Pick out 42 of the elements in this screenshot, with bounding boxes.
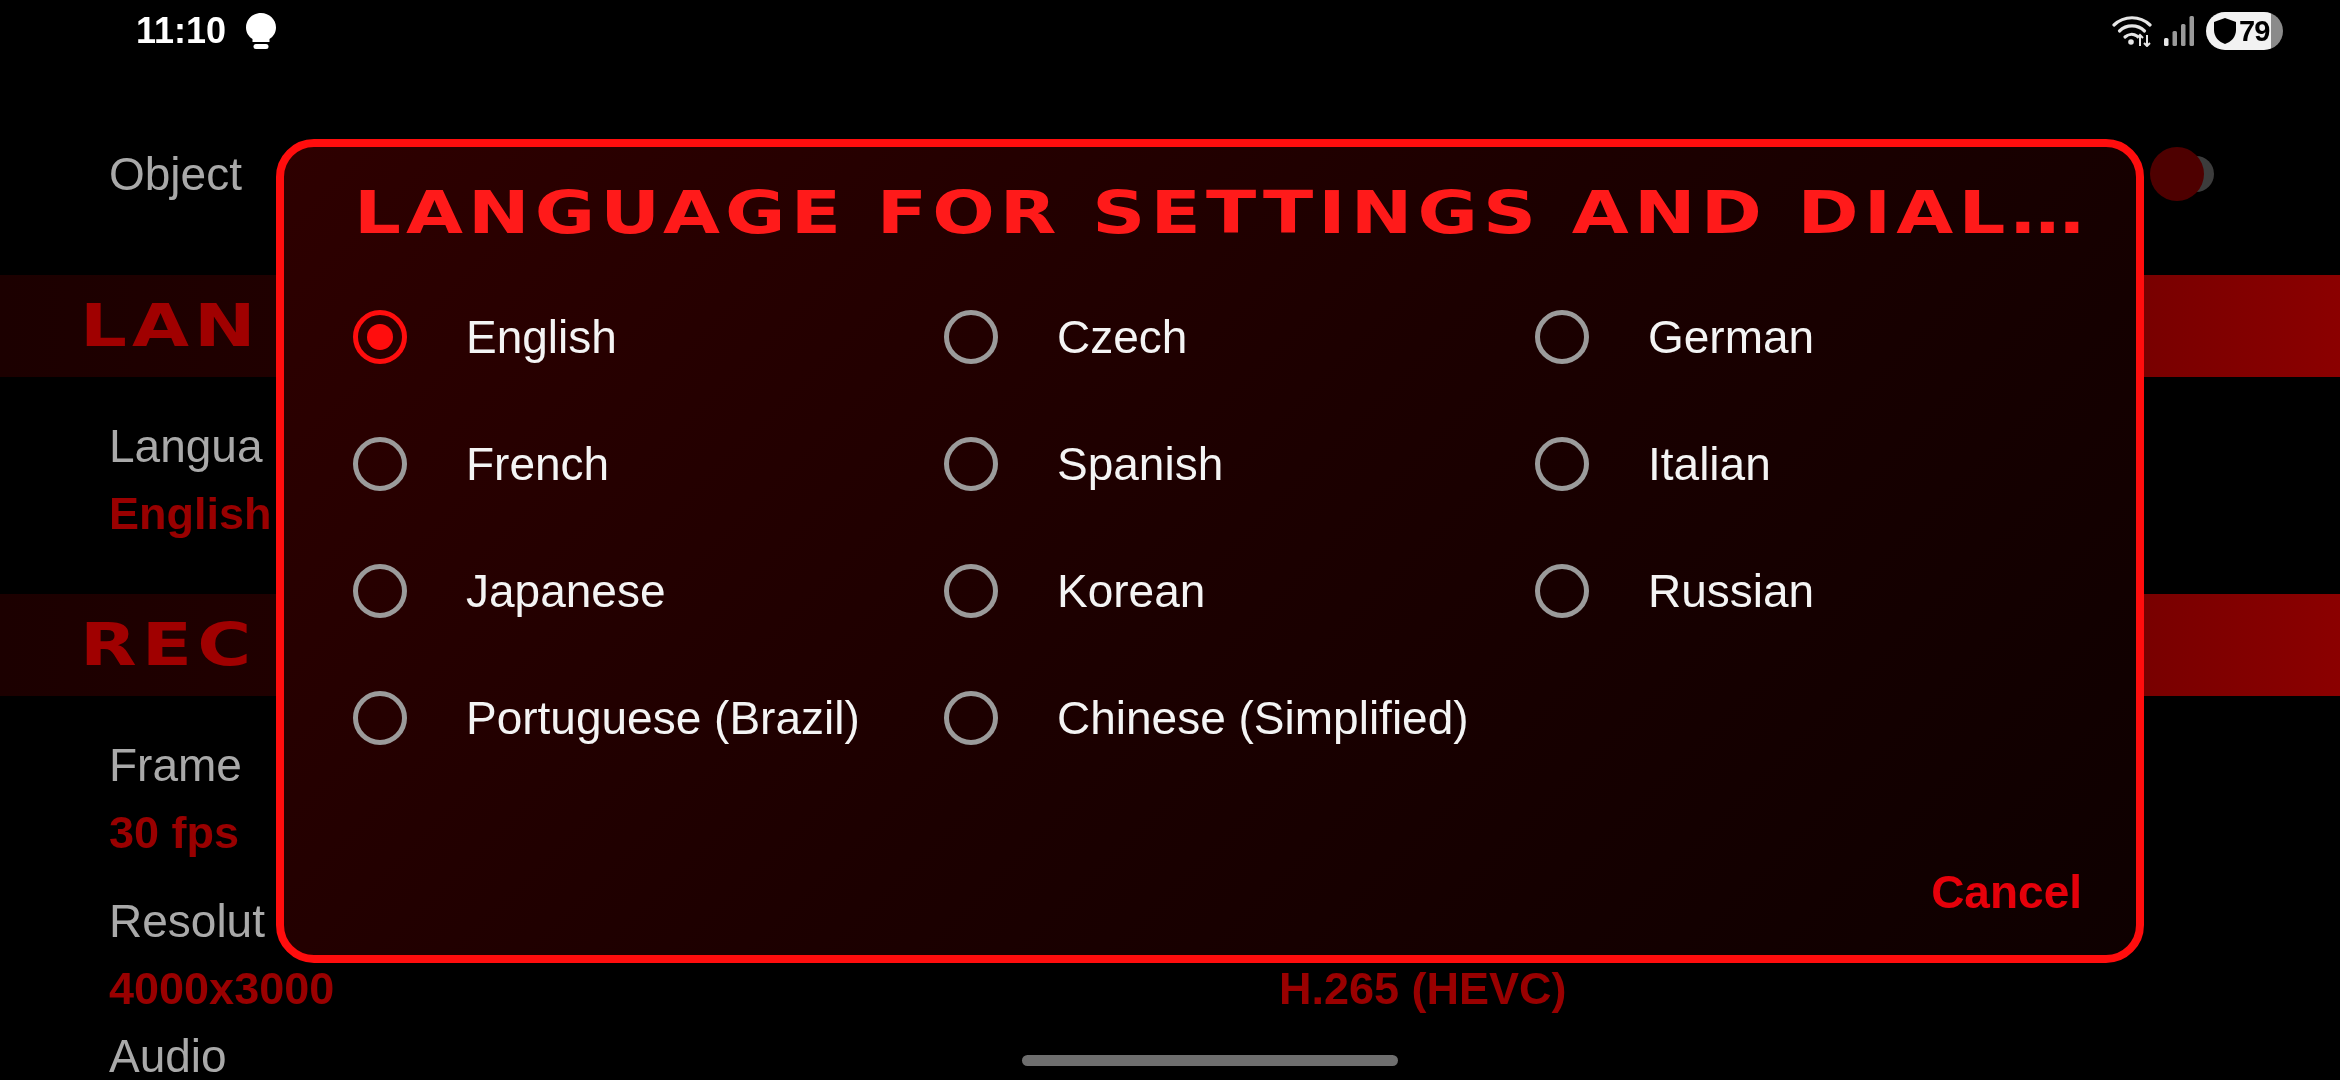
toggle-switch[interactable]	[2150, 147, 2214, 201]
status-time: 11:10	[136, 11, 227, 51]
setting-value: 4000x3000	[109, 962, 335, 1016]
section-title: REC	[80, 613, 257, 677]
setting-value: H.265 (HEVC)	[1279, 962, 1567, 1016]
language-option[interactable]: Korean	[1057, 562, 1206, 619]
setting-value: English	[109, 487, 272, 541]
radio-button[interactable]	[353, 309, 407, 364]
cancel-button[interactable]: Cancel	[1915, 861, 2098, 923]
radio-button[interactable]	[353, 690, 407, 745]
setting-value: 30 fps	[109, 806, 240, 860]
language-option[interactable]: Portuguese (Brazil)	[466, 689, 860, 746]
setting-label: Object	[109, 147, 242, 202]
radio-button[interactable]	[944, 436, 998, 491]
language-option[interactable]: Chinese (Simplified)	[1057, 689, 1469, 746]
language-option[interactable]: German	[1648, 308, 1815, 365]
setting-label: Langua	[109, 419, 263, 474]
setting-label: Audio	[109, 1033, 227, 1079]
radio-button[interactable]	[944, 563, 998, 618]
signal-icon	[2164, 16, 2194, 46]
section-title: LAN	[80, 294, 261, 358]
language-option[interactable]: French	[466, 435, 610, 492]
radio-button[interactable]	[353, 563, 407, 618]
language-option[interactable]: English	[466, 308, 617, 365]
radio-button[interactable]	[944, 309, 998, 364]
dialog-title: LANGUAGE FOR SETTINGS AND DIAL…	[354, 183, 2090, 243]
language-option[interactable]: Czech	[1057, 308, 1188, 365]
battery-percent: 79	[2239, 15, 2270, 47]
language-option[interactable]: Italian	[1648, 435, 1771, 492]
setting-label: Frame	[109, 738, 242, 793]
radio-button[interactable]	[1535, 309, 1589, 364]
radio-button[interactable]	[353, 436, 407, 491]
setting-label: Resolut	[109, 894, 265, 949]
radio-button[interactable]	[1535, 563, 1589, 618]
language-option[interactable]: Russian	[1648, 562, 1815, 619]
radio-button[interactable]	[944, 690, 998, 745]
shield-icon	[2214, 18, 2236, 44]
language-option[interactable]: Japanese	[466, 562, 666, 619]
language-option[interactable]: Spanish	[1057, 435, 1224, 492]
wifi-icon	[2112, 15, 2152, 47]
lightbulb-icon	[246, 13, 277, 49]
radio-button[interactable]	[1535, 436, 1589, 491]
